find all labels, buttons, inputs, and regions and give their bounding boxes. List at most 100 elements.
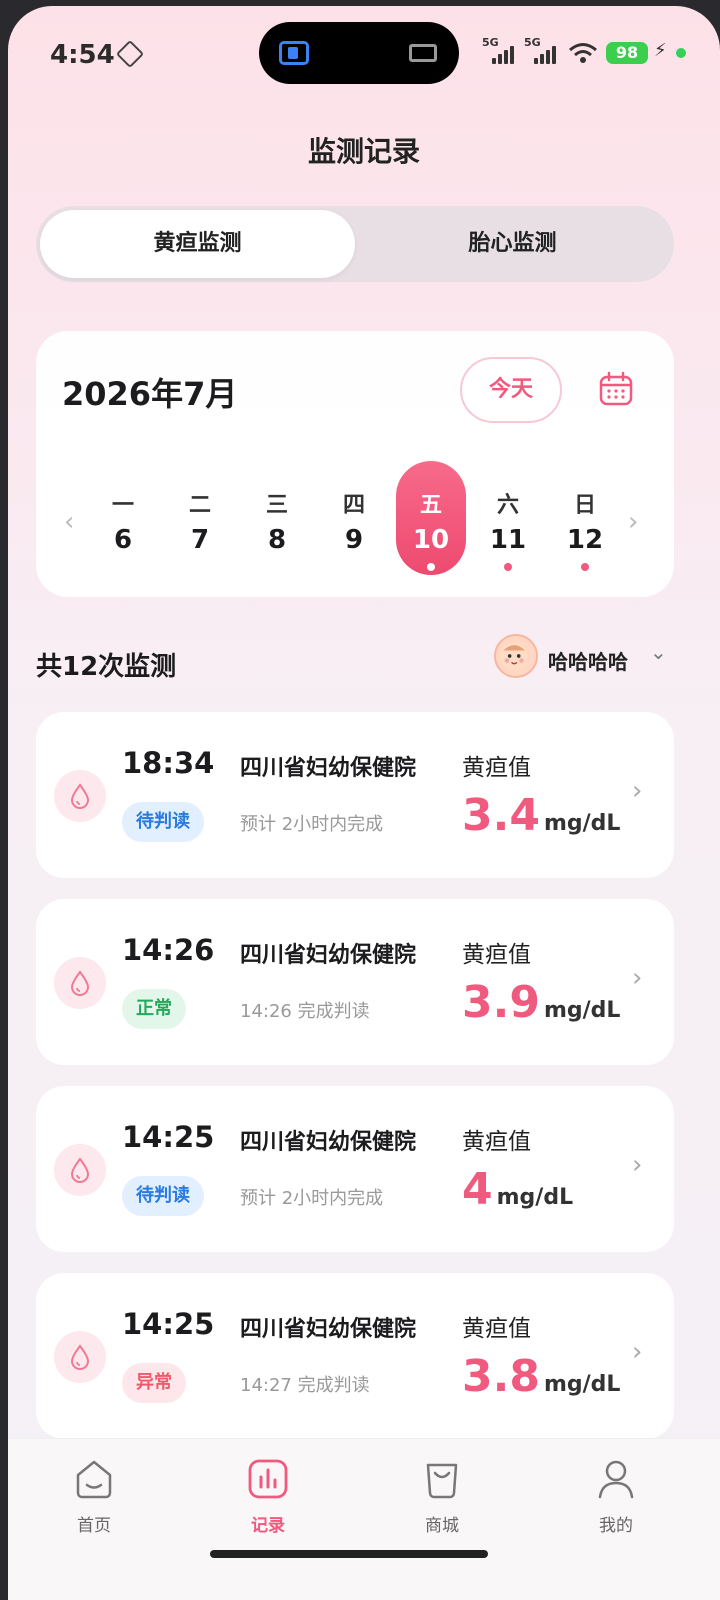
value-unit: mg/dL [543,1372,621,1397]
day-number: 11 [489,525,527,555]
user-icon [598,1460,634,1499]
day-number: 12 [566,525,604,555]
nav-records-label: 记录 [251,1516,285,1536]
hospital-name: 四川省妇幼保健院 [240,756,417,781]
page-title: 监测记录 [307,135,420,168]
nav-records[interactable]: 记录 [208,1457,328,1536]
day-weekday: 五 [419,493,442,518]
status-badge: 异常 [122,1363,186,1403]
baby-selector[interactable]: 哈哈哈哈 [548,646,628,675]
metric-value: 3.4 mg/dL [462,790,620,841]
calendar-icon[interactable] [598,371,634,407]
hospital-name: 四川省妇幼保健院 [240,943,417,968]
record-note: 14:27 完成判读 [240,1375,370,1396]
metric-label: 黄疸值 [462,1129,531,1155]
monitor-type-tabs: 黄疸监测 胎心监测 [36,206,674,282]
calendar-day[interactable]: 三8 [242,461,312,575]
value-unit: mg/dL [543,998,621,1023]
record-dot [427,563,435,571]
metric-label: 黄疸值 [462,1316,531,1342]
nav-home[interactable]: 首页 [34,1457,154,1536]
dynamic-island [259,22,459,84]
day-weekday: 六 [496,493,519,518]
metric-value: 4 mg/dL [462,1164,573,1215]
hospital-name: 四川省妇幼保健院 [240,1317,417,1342]
calendar-day[interactable]: 日 12 [550,461,620,575]
status-bar: 4:54 5G 5G 98 ⚡ [8,6,720,98]
day-number: 10 [412,525,450,555]
battery-icon: 98 [606,42,648,64]
record-time: 14:26 [122,933,215,967]
calendar-day[interactable]: 四9 [319,461,389,575]
calendar-day-selected[interactable]: 五 10 [396,461,466,575]
metric-value: 3.8 mg/dL [462,1351,620,1402]
chevron-right-icon: › [632,1150,643,1180]
calendar-day[interactable]: 六 11 [473,461,543,575]
record-note: 预计 2小时内完成 [240,1188,384,1209]
chevron-right-icon: › [632,1337,643,1367]
charging-icon: ⚡ [654,40,667,61]
chevron-right-icon: › [632,963,643,993]
bottom-nav: 首页 记录 商城 我的 [8,1438,720,1600]
chevron-right-icon: › [632,776,643,806]
calendar-day[interactable]: 二7 [165,461,235,575]
next-week-chevron-icon[interactable]: › [628,507,638,537]
navigation-icon [115,39,145,69]
home-indicator[interactable] [210,1550,488,1558]
value-number: 3.4 [462,790,540,841]
record-time: 14:25 [122,1120,215,1154]
metric-value: 3.9 mg/dL [462,977,620,1028]
record-card[interactable]: 14:25 异常 四川省妇幼保健院 14:27 完成判读 黄疸值 3.8 mg/d… [36,1273,674,1439]
drop-icon [54,957,106,1009]
nav-shop-label: 商城 [425,1516,459,1536]
calendar-month: 2026年7月 [62,375,238,413]
screen-record-icon [279,41,309,65]
chevron-down-icon[interactable]: ⌄ [650,640,667,664]
signal-icon [534,46,556,64]
chart-icon [248,1459,288,1499]
baby-face-icon [500,642,528,670]
day-weekday: 三 [265,493,288,518]
signal-icon [492,46,514,64]
value-unit: mg/dL [543,811,621,836]
shop-icon [426,1463,458,1499]
day-number: 9 [344,525,364,555]
value-number: 4 [462,1164,493,1215]
status-badge: 正常 [122,989,186,1029]
status-time: 4:54 [50,40,115,70]
nav-shop[interactable]: 商城 [382,1457,502,1536]
tab-fetal-heart[interactable]: 胎心监测 [355,210,670,278]
value-number: 3.8 [462,1351,540,1402]
day-weekday: 日 [573,493,596,518]
day-weekday: 一 [111,493,134,518]
record-time: 18:34 [122,746,215,780]
metric-label: 黄疸值 [462,942,531,968]
record-card[interactable]: 14:26 正常 四川省妇幼保健院 14:26 完成判读 黄疸值 3.9 mg/d… [36,899,674,1065]
laptop-icon [409,44,437,62]
day-weekday: 二 [188,493,211,518]
prev-week-chevron-icon[interactable]: ‹ [64,507,74,537]
status-badge: 待判读 [122,1176,204,1216]
day-weekday: 四 [342,493,365,518]
nav-profile-label: 我的 [599,1516,633,1536]
nav-profile[interactable]: 我的 [556,1457,676,1536]
record-card[interactable]: 14:25 待判读 四川省妇幼保健院 预计 2小时内完成 黄疸值 4 mg/dL … [36,1086,674,1252]
day-number: 8 [267,525,287,555]
drop-icon [54,1331,106,1383]
value-unit: mg/dL [496,1185,574,1210]
week-calendar: 2026年7月 今天 ‹ › 一6 二7 三8 四9 五 10 六 11 日 12 [36,331,674,597]
drop-icon [54,770,106,822]
calendar-day[interactable]: 一6 [88,461,158,575]
baby-avatar[interactable] [494,634,538,678]
day-number: 6 [113,525,133,555]
record-note: 预计 2小时内完成 [240,814,384,835]
tab-jaundice[interactable]: 黄疸监测 [40,210,355,278]
home-icon [76,1460,112,1499]
record-time: 14:25 [122,1307,215,1341]
record-card[interactable]: 18:34 待判读 四川省妇幼保健院 预计 2小时内完成 黄疸值 3.4 mg/d… [36,712,674,878]
record-note: 14:26 完成判读 [240,1001,370,1022]
status-badge: 待判读 [122,802,204,842]
record-dot [504,563,512,571]
metric-label: 黄疸值 [462,755,531,781]
today-button[interactable]: 今天 [460,357,562,423]
